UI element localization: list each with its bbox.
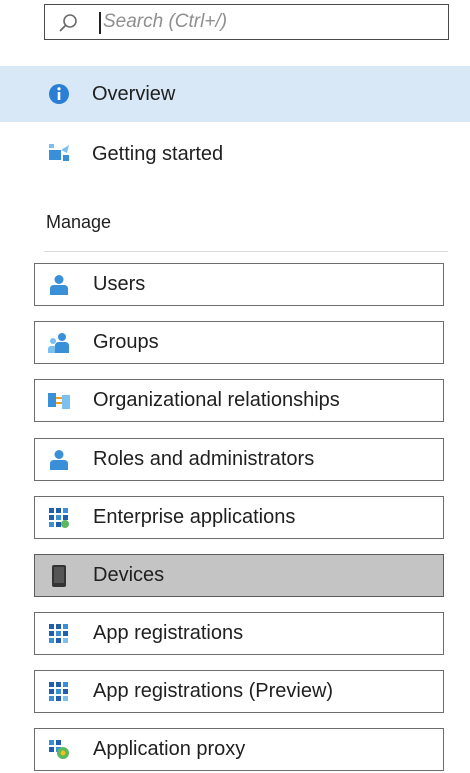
app-proxy-icon <box>47 738 71 762</box>
menu-item-label: Roles and administrators <box>93 448 315 470</box>
org-relationships-icon <box>47 389 71 413</box>
nav-item-overview[interactable]: Overview <box>0 66 470 122</box>
menu-item-label: Organizational relationships <box>93 389 340 411</box>
search-icon <box>57 12 79 34</box>
info-icon <box>46 81 72 107</box>
menu-item-roles-and-administrators[interactable]: Roles and administrators <box>34 438 444 481</box>
menu-item-label: App registrations <box>93 622 244 644</box>
divider <box>44 251 448 252</box>
group-icon <box>47 331 71 355</box>
search-input[interactable] <box>103 7 433 37</box>
device-icon <box>47 564 71 588</box>
section-heading-manage: Manage <box>46 212 112 232</box>
menu-item-label: Users <box>93 273 146 295</box>
menu-item-label: Devices <box>93 564 165 586</box>
search-box[interactable] <box>44 4 449 40</box>
menu-item-label: Application proxy <box>93 738 246 760</box>
menu-item-enterprise-applications[interactable]: Enterprise applications <box>34 496 444 539</box>
menu-item-label: App registrations (Preview) <box>93 680 334 702</box>
app-grid-icon <box>47 680 71 704</box>
menu-item-users[interactable]: Users <box>34 263 444 306</box>
user-icon <box>47 273 71 297</box>
menu-item-app-registrations-preview[interactable]: App registrations (Preview) <box>34 670 444 713</box>
nav-item-label: Overview <box>92 82 176 105</box>
menu-item-groups[interactable]: Groups <box>34 321 444 364</box>
menu-item-label: Groups <box>93 331 159 353</box>
menu-item-app-registrations[interactable]: App registrations <box>34 612 444 655</box>
menu-item-devices[interactable]: Devices <box>34 554 444 597</box>
enterprise-apps-icon <box>47 506 71 530</box>
menu-item-organizational-relationships[interactable]: Organizational relationships <box>34 379 444 422</box>
text-cursor <box>99 12 101 34</box>
menu-item-label: Enterprise applications <box>93 506 296 528</box>
nav-item-label: Getting started <box>92 142 224 165</box>
app-grid-icon <box>47 622 71 646</box>
nav-item-getting-started[interactable]: Getting started <box>0 126 470 182</box>
rocket-icon <box>46 141 72 167</box>
user-icon <box>47 448 71 472</box>
menu-item-application-proxy[interactable]: Application proxy <box>34 728 444 771</box>
